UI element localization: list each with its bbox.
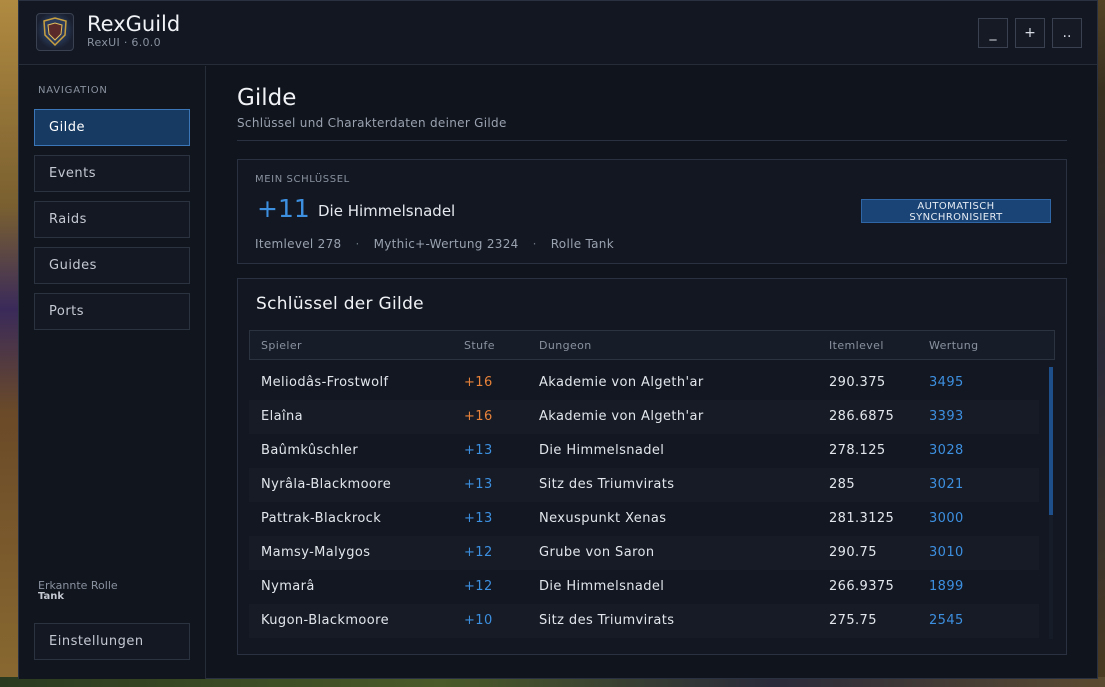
table-row[interactable]: Baûmkûschler +13 Die Himmelsnadel 278.12… [249,434,1039,468]
itemlevel-cell: 290.375 [829,375,886,390]
rating-cell: 3000 [929,511,964,526]
app-title: RexGuild [87,12,181,36]
dungeon-cell: Nexuspunkt Xenas [539,511,667,526]
sidebar-item-ports[interactable]: Ports [34,293,190,330]
table-row[interactable]: Meliodâs-Frostwolf +16 Akademie von Alge… [249,366,1039,400]
settings-button[interactable]: Einstellungen [34,623,190,660]
divider [237,140,1067,141]
table-row[interactable]: Pattrak-Blackrock +13 Nexuspunkt Xenas 2… [249,502,1039,536]
scrollbar-thumb[interactable] [1049,367,1053,515]
table-row[interactable]: Nyrâla-Blackmoore +13 Sitz des Triumvira… [249,468,1039,502]
guild-crest-icon [36,13,74,51]
dungeon-cell: Sitz des Triumvirats [539,477,675,492]
player-cell: Nyrâla-Blackmoore [261,477,392,492]
itemlevel-cell: 285 [829,477,856,492]
rating-cell: 3028 [929,443,964,458]
my-role: Rolle Tank [550,237,614,251]
separator: · [355,237,360,251]
itemlevel-cell: 275.75 [829,613,877,628]
rating-cell: 3010 [929,545,964,560]
table-row[interactable]: Nymarâ +12 Die Himmelsnadel 266.9375 189… [249,570,1039,604]
level-cell: +13 [464,511,493,526]
itemlevel-cell: 278.125 [829,443,886,458]
itemlevel-cell: 290.75 [829,545,877,560]
dungeon-cell: Die Himmelsnadel [539,579,665,594]
expand-button[interactable]: + [1015,18,1045,48]
player-cell: Baûmkûschler [261,443,359,458]
level-cell: +12 [464,579,493,594]
dungeon-cell: Akademie von Algeth'ar [539,375,704,390]
level-cell: +16 [464,409,493,424]
guild-keys-table: Meliodâs-Frostwolf +16 Akademie von Alge… [249,366,1039,638]
my-key-dungeon: Die Himmelsnadel [318,202,456,220]
dungeon-cell: Sitz des Triumvirats [539,613,675,628]
player-cell: Meliodâs-Frostwolf [261,375,389,390]
level-cell: +13 [464,477,493,492]
sidebar-item-gilde[interactable]: Gilde [34,109,190,146]
sync-status-line2: SYNCHRONISIERT [909,212,1003,223]
separator: · [532,237,537,251]
my-rating: Mythic+-Wertung 2324 [373,237,519,251]
guild-keys-title: Schlüssel der Gilde [256,294,424,314]
table-header: Spieler Stufe Dungeon Itemlevel Wertung [249,330,1055,360]
player-cell: Kugon-Blackmoore [261,613,389,628]
sidebar-item-guides[interactable]: Guides [34,247,190,284]
player-cell: Elaîna [261,409,304,424]
column-header-level[interactable]: Stufe [464,339,495,352]
guild-keys-card: Schlüssel der Gilde Spieler Stufe Dungeo… [237,278,1067,655]
nav-heading: NAVIGATION [38,85,108,96]
level-cell: +12 [464,545,493,560]
level-cell: +13 [464,443,493,458]
sync-status-line1: AUTOMATISCH [917,201,995,212]
rating-cell: 1899 [929,579,964,594]
my-key-stats: Itemlevel 278 · Mythic+-Wertung 2324 · Rolle… [255,237,614,251]
table-row[interactable]: Mamsy-Malygos +12 Grube von Saron 290.75… [249,536,1039,570]
itemlevel-cell: 281.3125 [829,511,895,526]
page-title: Gilde [237,85,297,111]
sidebar-item-events[interactable]: Events [34,155,190,192]
player-cell: Pattrak-Blackrock [261,511,382,526]
background-game-world [0,0,20,687]
rating-cell: 3021 [929,477,964,492]
column-header-player[interactable]: Spieler [261,339,302,352]
rexguild-window: RexGuild RexUI · 6.0.0 _ + .. NAVIGATION… [18,0,1098,679]
level-cell: +10 [464,613,493,628]
my-itemlevel: Itemlevel 278 [255,237,342,251]
minimize-button[interactable]: _ [978,18,1008,48]
dungeon-cell: Akademie von Algeth'ar [539,409,704,424]
page-subtitle: Schlüssel und Charakterdaten deiner Gild… [237,116,507,130]
sync-status-badge: AUTOMATISCH SYNCHRONISIERT [861,199,1051,223]
dungeon-cell: Die Himmelsnadel [539,443,665,458]
sidebar: NAVIGATION Gilde Events Raids Guides Por… [19,66,206,679]
itemlevel-cell: 266.9375 [829,579,895,594]
more-button[interactable]: .. [1052,18,1082,48]
level-cell: +16 [464,375,493,390]
player-cell: Nymarâ [261,579,315,594]
table-scrollbar[interactable] [1049,367,1053,639]
table-row[interactable]: Elaîna +16 Akademie von Algeth'ar 286.68… [249,400,1039,434]
player-cell: Mamsy-Malygos [261,545,371,560]
rating-cell: 3393 [929,409,964,424]
app-version: RexUI · 6.0.0 [87,36,161,49]
dungeon-cell: Grube von Saron [539,545,655,560]
table-row[interactable]: Kugon-Blackmoore +10 Sitz des Triumvirat… [249,604,1039,638]
title-bar[interactable]: RexGuild RexUI · 6.0.0 _ + .. [19,1,1097,65]
rating-cell: 2545 [929,613,964,628]
rating-cell: 3495 [929,375,964,390]
column-header-rating[interactable]: Wertung [929,339,979,352]
detected-role-value: Tank [38,591,65,602]
my-key-label: MEIN SCHLÜSSEL [255,174,350,185]
itemlevel-cell: 286.6875 [829,409,895,424]
my-key-level: +11 [257,194,310,223]
column-header-itemlevel[interactable]: Itemlevel [829,339,884,352]
my-key-card: MEIN SCHLÜSSEL +11 Die Himmelsnadel Item… [237,159,1067,264]
main-content: Gilde Schlüssel und Charakterdaten deine… [207,66,1098,679]
column-header-dungeon[interactable]: Dungeon [539,339,592,352]
sidebar-item-raids[interactable]: Raids [34,201,190,238]
